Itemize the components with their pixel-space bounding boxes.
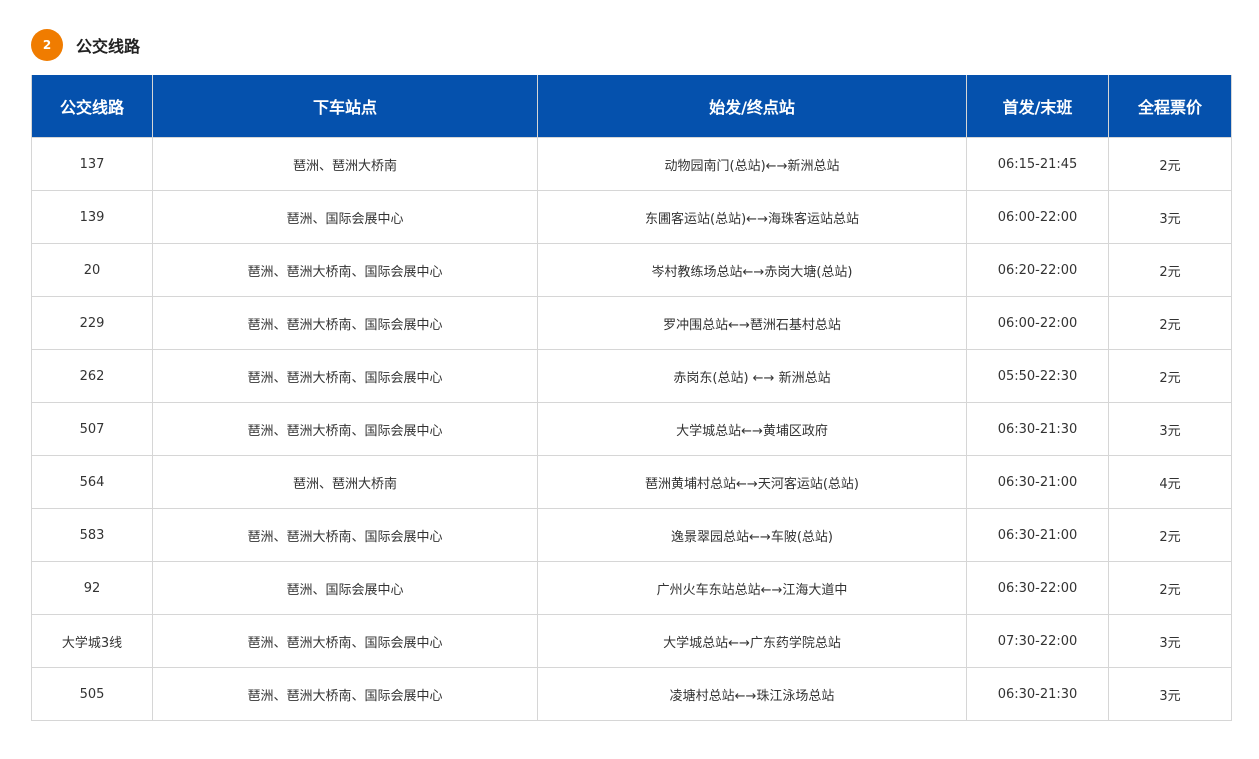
table-row: 139 琶洲、国际会展中心 东圃客运站(总站)←→海珠客运站总站 06:00-2… (31, 190, 1232, 244)
stop-cell: 琶洲、琶洲大桥南、国际会展中心 (152, 243, 538, 297)
table-header-row: 公交线路 下车站点 始发/终点站 首发/末班 全程票价 (31, 75, 1232, 138)
table-row: 505 琶洲、琶洲大桥南、国际会展中心 凌塘村总站←→珠江泳场总站 06:30-… (31, 667, 1232, 721)
route-cell: 583 (31, 508, 153, 562)
table-body: 137 琶洲、琶洲大桥南 动物园南门(总站)←→新洲总站 06:15-21:45… (31, 137, 1232, 721)
route-cell: 92 (31, 561, 153, 615)
header-terminals: 始发/终点站 (537, 75, 967, 138)
header-route: 公交线路 (31, 75, 153, 138)
header-schedule: 首发/末班 (966, 75, 1109, 138)
terminals-cell: 动物园南门(总站)←→新洲总站 (537, 137, 967, 191)
table-row: 20 琶洲、琶洲大桥南、国际会展中心 岑村教练场总站←→赤岗大塘(总站) 06:… (31, 243, 1232, 297)
section-title: 公交线路 (76, 37, 141, 56)
route-cell: 505 (31, 667, 153, 721)
terminals-cell: 赤岗东(总站) ←→ 新洲总站 (537, 349, 967, 403)
terminals-cell: 东圃客运站(总站)←→海珠客运站总站 (537, 190, 967, 244)
schedule-cell: 06:15-21:45 (966, 137, 1109, 191)
fare-cell: 2元 (1108, 296, 1232, 350)
stop-cell: 琶洲、琶洲大桥南、国际会展中心 (152, 349, 538, 403)
fare-cell: 3元 (1108, 190, 1232, 244)
stop-cell: 琶洲、琶洲大桥南 (152, 137, 538, 191)
schedule-cell: 05:50-22:30 (966, 349, 1109, 403)
route-cell: 229 (31, 296, 153, 350)
schedule-cell: 06:30-21:30 (966, 402, 1109, 456)
fare-cell: 2元 (1108, 508, 1232, 562)
fare-cell: 4元 (1108, 455, 1232, 509)
table-row: 92 琶洲、国际会展中心 广州火车东站总站←→江海大道中 06:30-22:00… (31, 561, 1232, 615)
schedule-cell: 06:20-22:00 (966, 243, 1109, 297)
schedule-cell: 06:30-21:00 (966, 508, 1109, 562)
schedule-cell: 06:30-21:00 (966, 455, 1109, 509)
terminals-cell: 逸景翠园总站←→车陂(总站) (537, 508, 967, 562)
stop-cell: 琶洲、琶洲大桥南 (152, 455, 538, 509)
stop-cell: 琶洲、琶洲大桥南、国际会展中心 (152, 667, 538, 721)
stop-cell: 琶洲、琶洲大桥南、国际会展中心 (152, 402, 538, 456)
section-header: 2 公交线路 (31, 29, 140, 61)
route-cell: 137 (31, 137, 153, 191)
terminals-cell: 凌塘村总站←→珠江泳场总站 (537, 667, 967, 721)
terminals-cell: 大学城总站←→广东药学院总站 (537, 614, 967, 668)
table-row: 564 琶洲、琶洲大桥南 琶洲黄埔村总站←→天河客运站(总站) 06:30-21… (31, 455, 1232, 509)
schedule-cell: 06:00-22:00 (966, 296, 1109, 350)
fare-cell: 2元 (1108, 243, 1232, 297)
table-row: 大学城3线 琶洲、琶洲大桥南、国际会展中心 大学城总站←→广东药学院总站 07:… (31, 614, 1232, 668)
route-cell: 564 (31, 455, 153, 509)
schedule-cell: 06:00-22:00 (966, 190, 1109, 244)
table-row: 262 琶洲、琶洲大桥南、国际会展中心 赤岗东(总站) ←→ 新洲总站 05:5… (31, 349, 1232, 403)
route-cell: 大学城3线 (31, 614, 153, 668)
schedule-cell: 06:30-22:00 (966, 561, 1109, 615)
terminals-cell: 罗冲围总站←→琶洲石基村总站 (537, 296, 967, 350)
table-row: 137 琶洲、琶洲大桥南 动物园南门(总站)←→新洲总站 06:15-21:45… (31, 137, 1232, 191)
terminals-cell: 琶洲黄埔村总站←→天河客运站(总站) (537, 455, 967, 509)
stop-cell: 琶洲、琶洲大桥南、国际会展中心 (152, 296, 538, 350)
section-number-badge: 2 (31, 29, 63, 61)
route-cell: 262 (31, 349, 153, 403)
terminals-cell: 广州火车东站总站←→江海大道中 (537, 561, 967, 615)
stop-cell: 琶洲、国际会展中心 (152, 561, 538, 615)
bus-route-table: 公交线路 下车站点 始发/终点站 首发/末班 全程票价 137 琶洲、琶洲大桥南… (31, 75, 1232, 721)
header-stop: 下车站点 (152, 75, 538, 138)
schedule-cell: 06:30-21:30 (966, 667, 1109, 721)
fare-cell: 2元 (1108, 137, 1232, 191)
stop-cell: 琶洲、国际会展中心 (152, 190, 538, 244)
route-cell: 20 (31, 243, 153, 297)
route-cell: 139 (31, 190, 153, 244)
fare-cell: 2元 (1108, 349, 1232, 403)
fare-cell: 3元 (1108, 667, 1232, 721)
schedule-cell: 07:30-22:00 (966, 614, 1109, 668)
terminals-cell: 岑村教练场总站←→赤岗大塘(总站) (537, 243, 967, 297)
stop-cell: 琶洲、琶洲大桥南、国际会展中心 (152, 508, 538, 562)
stop-cell: 琶洲、琶洲大桥南、国际会展中心 (152, 614, 538, 668)
fare-cell: 3元 (1108, 614, 1232, 668)
header-fare: 全程票价 (1108, 75, 1232, 138)
fare-cell: 2元 (1108, 561, 1232, 615)
table-row: 583 琶洲、琶洲大桥南、国际会展中心 逸景翠园总站←→车陂(总站) 06:30… (31, 508, 1232, 562)
route-cell: 507 (31, 402, 153, 456)
table-row: 229 琶洲、琶洲大桥南、国际会展中心 罗冲围总站←→琶洲石基村总站 06:00… (31, 296, 1232, 350)
terminals-cell: 大学城总站←→黄埔区政府 (537, 402, 967, 456)
fare-cell: 3元 (1108, 402, 1232, 456)
table-row: 507 琶洲、琶洲大桥南、国际会展中心 大学城总站←→黄埔区政府 06:30-2… (31, 402, 1232, 456)
